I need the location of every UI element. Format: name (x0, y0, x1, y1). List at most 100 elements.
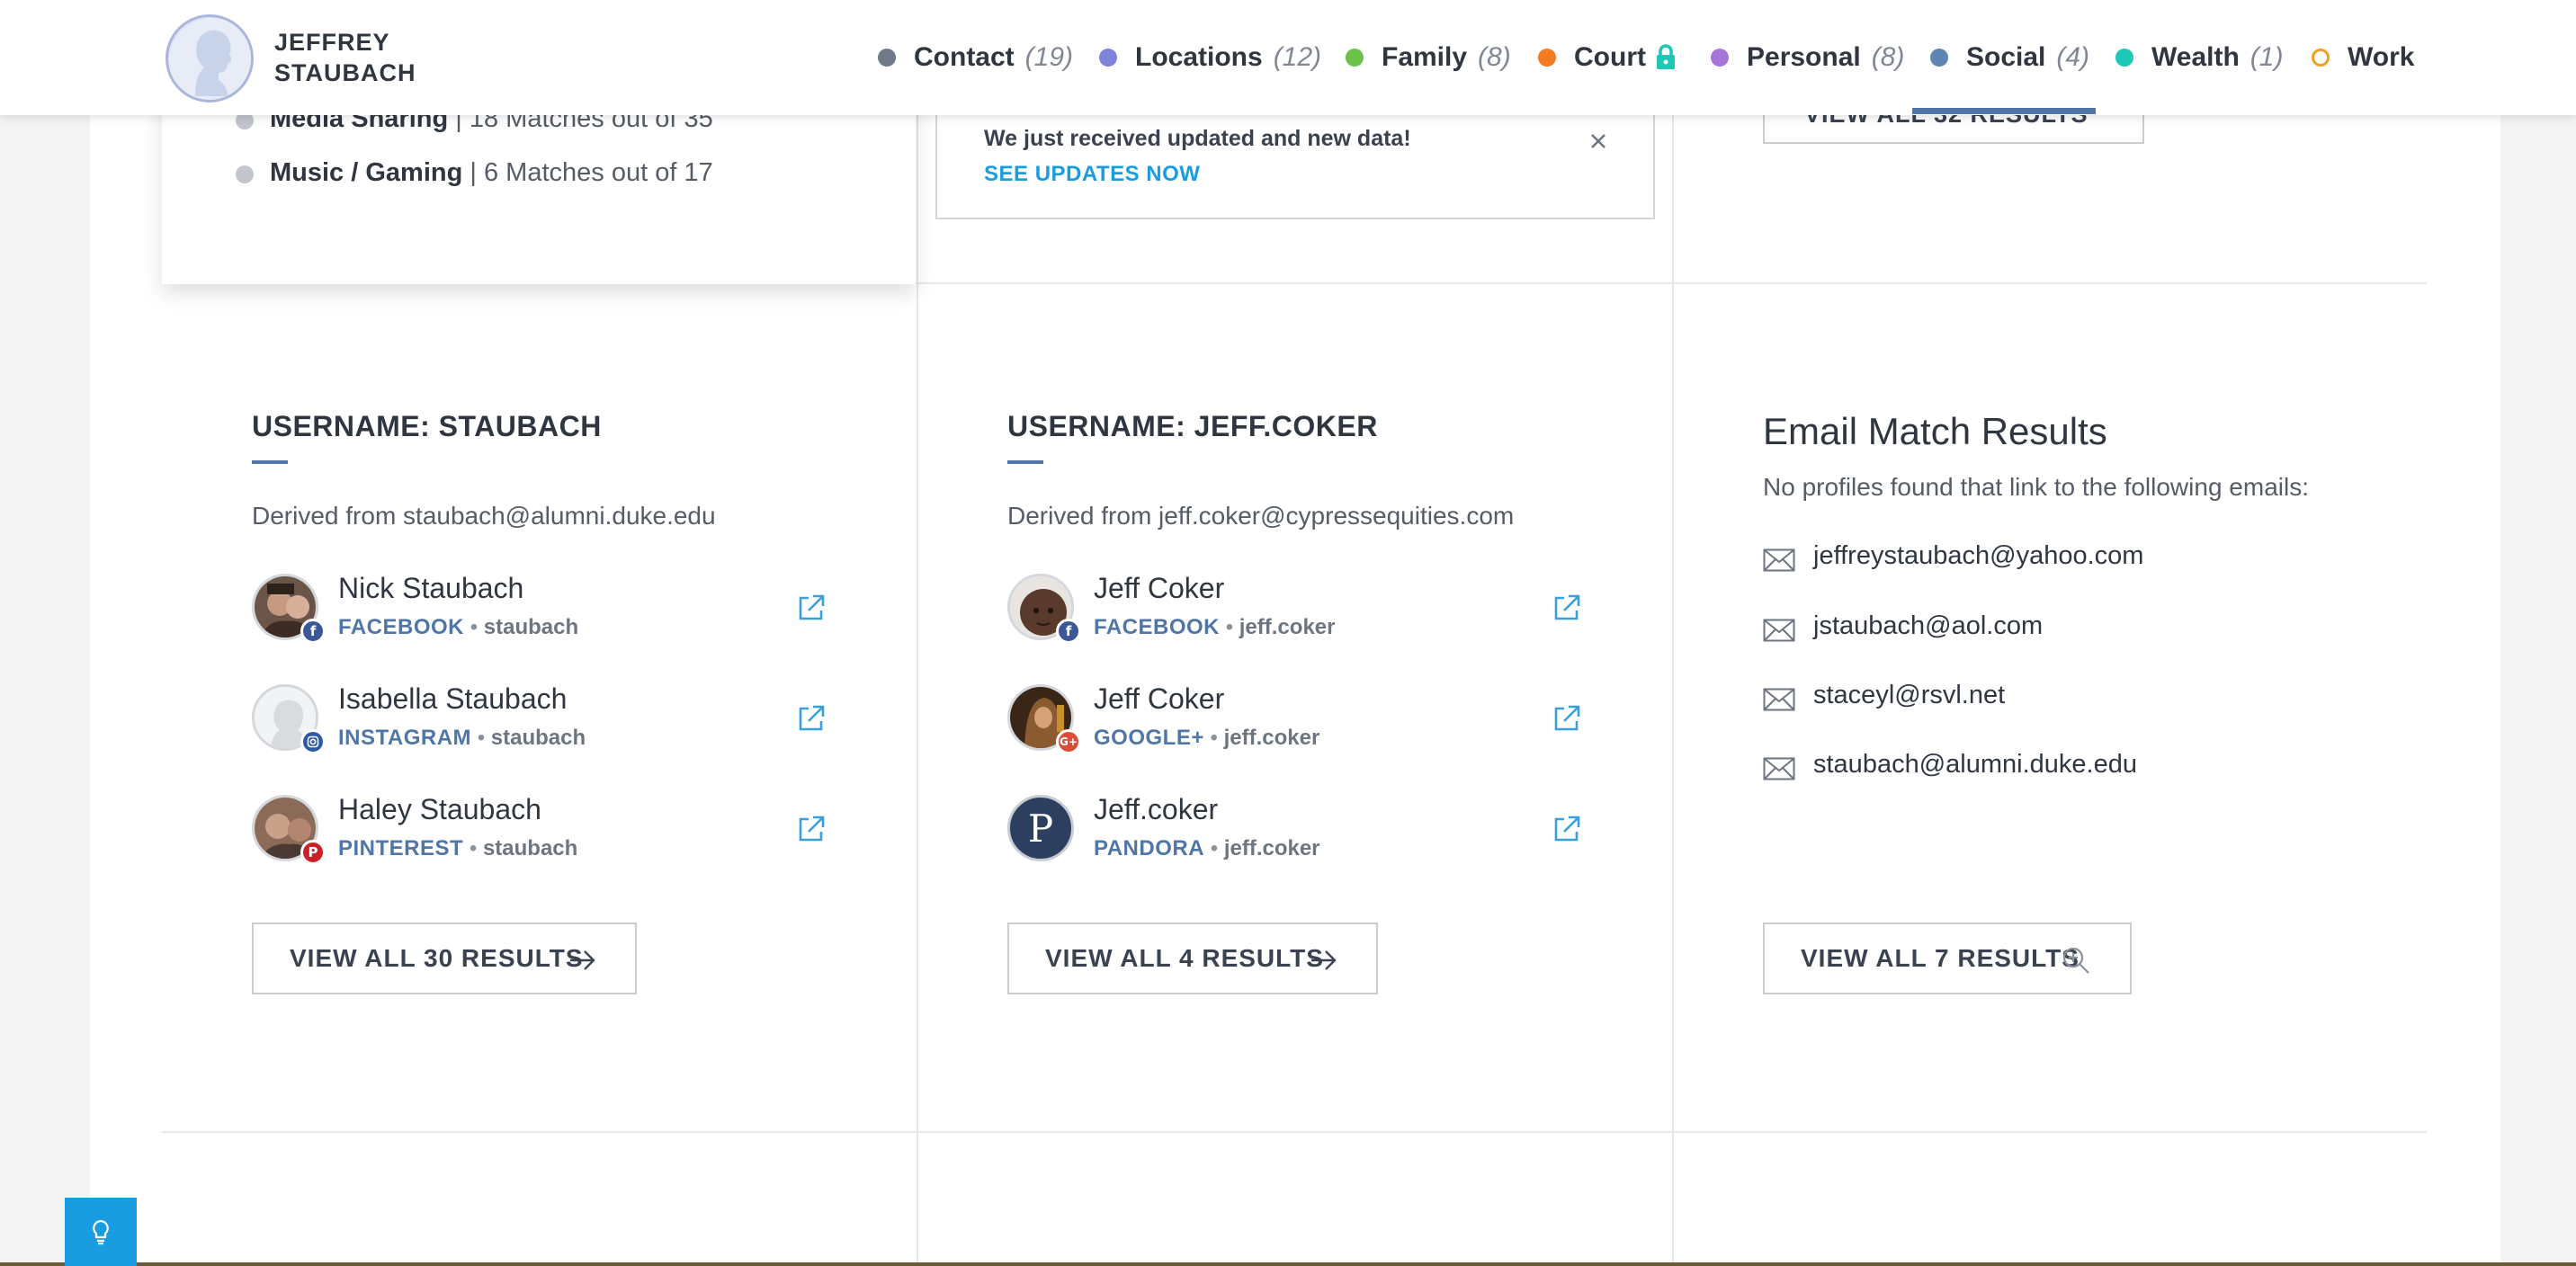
nav-tab-label: Work (2348, 42, 2415, 72)
separator: • (1210, 726, 1224, 750)
external-link-icon[interactable] (795, 813, 827, 845)
envelope-icon (1763, 619, 1795, 642)
profile-result: f Nick Staubach FACEBOOK • staubach (252, 572, 827, 653)
arrow-right-icon (570, 950, 595, 970)
row-divider-bottom (162, 1131, 2427, 1133)
profile-meta: PINTEREST • staubach (338, 836, 577, 861)
profile-last-name: STAUBACH (274, 59, 416, 86)
button-label: VIEW ALL 30 RESULTS (290, 944, 584, 972)
lightbulb-icon (93, 1219, 109, 1245)
separator: • (469, 836, 483, 860)
view-all-results-button[interactable]: VIEW ALL 4 RESULTS (1007, 923, 1378, 994)
avatar[interactable] (165, 14, 254, 103)
profile-result: f Jeff Coker FACEBOOK • jeff.coker (1007, 572, 1583, 653)
top-navigation-bar: JEFFREY STAUBACH Contact (19) Locations … (0, 0, 2576, 115)
google-plus-icon: G+ (1056, 729, 1081, 754)
profile-result: P Jeff.coker PANDORA • jeff.coker (1007, 793, 1583, 874)
nav-tab-locations[interactable]: Locations (12) (1099, 0, 1321, 115)
column-title: Email Match Results (1763, 410, 2107, 452)
external-link-icon[interactable] (1551, 813, 1583, 845)
profile-network: FACEBOOK (338, 615, 465, 639)
nav-tab-personal[interactable]: Personal (8) (1711, 0, 1904, 115)
nav-tab-label: Personal (1747, 42, 1861, 72)
lock-icon (1656, 44, 1675, 69)
nav-tab-contact[interactable]: Contact (19) (878, 0, 1073, 115)
column-subtitle: Derived from jeff.coker@cypressequities.… (1007, 502, 1515, 530)
profile-network: GOOGLE+ (1094, 726, 1204, 750)
nav-tab-label: Court (1574, 42, 1646, 72)
column-title: USERNAME: JEFF.COKER (1007, 410, 1378, 442)
see-updates-link[interactable]: SEE UPDATES NOW (984, 162, 1200, 187)
notification-message: We just received updated and new data! (984, 126, 1411, 151)
column-divider-1 (917, 90, 918, 1266)
button-label: VIEW ALL 7 RESULTS (1801, 944, 2080, 972)
email-address: staceyl@rsvl.net (1813, 681, 2006, 709)
category-dot-icon (2312, 49, 2330, 67)
column-subtitle: No profiles found that link to the follo… (1763, 473, 2309, 501)
external-link-icon[interactable] (1551, 702, 1583, 735)
nav-tab-court[interactable]: Court (1538, 0, 1677, 115)
profile-handle: staubach (483, 615, 579, 639)
category-dot-icon (878, 49, 896, 67)
column-divider-2 (1672, 90, 1674, 1266)
profile-handle: jeff.coker (1223, 726, 1320, 750)
profile-result: Isabella Staubach INSTAGRAM • staubach (252, 682, 827, 763)
email-address: jstaubach@aol.com (1813, 611, 2044, 640)
nav-tab-family[interactable]: Family (8) (1346, 0, 1511, 115)
external-link-icon[interactable] (795, 592, 827, 624)
envelope-icon (1763, 548, 1795, 572)
profile-name: Nick Staubach (338, 572, 524, 604)
nav-tab-wealth[interactable]: Wealth (1) (2115, 0, 2283, 115)
profile-meta: INSTAGRAM • staubach (338, 726, 586, 751)
view-all-results-button[interactable]: VIEW ALL 7 RESULTS (1763, 923, 2132, 994)
external-link-icon[interactable] (1551, 592, 1583, 624)
profile-first-name: JEFFREY (274, 29, 390, 56)
nav-tab-count: (4) (2056, 42, 2090, 72)
profile-name: Jeff Coker (1094, 682, 1225, 715)
active-tab-indicator (1912, 108, 2096, 114)
profile-name: Jeff.coker (1094, 793, 1219, 825)
nav-tab-social[interactable]: Social (4) (1930, 0, 2089, 115)
title-underline (252, 460, 288, 464)
pinterest-icon: P (300, 840, 326, 865)
profile-network: INSTAGRAM (338, 726, 472, 750)
external-link-icon[interactable] (795, 702, 827, 735)
profile-result: G+ Jeff Coker GOOGLE+ • jeff.coker (1007, 682, 1583, 763)
profile-meta: GOOGLE+ • jeff.coker (1094, 726, 1319, 751)
summary-item-detail: | 6 Matches out of 17 (470, 158, 713, 187)
title-underline (1007, 460, 1043, 464)
nav-tab-count: (8) (1871, 42, 1905, 72)
nav-tab-work[interactable]: Work (2312, 0, 2414, 115)
avatar-letter: P (1027, 806, 1054, 851)
profile-handle: staubach (482, 836, 578, 860)
bullet-dot (236, 165, 254, 183)
profile-network: FACEBOOK (1094, 615, 1221, 639)
email-address: jeffreystaubach@yahoo.com (1813, 541, 2144, 570)
profile-meta: PANDORA • jeff.coker (1094, 836, 1320, 861)
profile-meta: FACEBOOK • jeff.coker (1094, 615, 1335, 640)
category-dot-icon (1538, 49, 1556, 67)
nav-tab-label: Social (1966, 42, 2046, 72)
profile-network: PINTEREST (338, 836, 464, 860)
nav-tab-count: (19) (1024, 42, 1074, 72)
nav-tab-label: Locations (1135, 42, 1263, 72)
column-title: USERNAME: STAUBACH (252, 410, 602, 442)
nav-tab-count: (8) (1478, 42, 1511, 72)
nav-tab-label: Family (1382, 42, 1468, 72)
pandora-icon: P (1007, 795, 1074, 861)
help-button[interactable] (65, 1198, 137, 1266)
zoom-in-icon (2062, 947, 2089, 974)
nav-tab-count: (1) (2250, 42, 2284, 72)
column-subtitle: Derived from staubach@alumni.duke.edu (252, 502, 716, 530)
profile-network: PANDORA (1094, 836, 1205, 860)
button-label: VIEW ALL 4 RESULTS (1045, 944, 1324, 972)
close-icon[interactable] (1585, 128, 1612, 155)
category-dot-icon (2115, 49, 2133, 67)
window-edge (0, 1262, 2576, 1266)
category-dot-icon (1099, 49, 1117, 67)
view-all-results-button[interactable]: VIEW ALL 30 RESULTS (252, 923, 637, 994)
summary-item-music-gaming: Music / Gaming | 6 Matches out of 17 (270, 158, 713, 188)
profile-name: Haley Staubach (338, 793, 541, 825)
separator: • (470, 615, 484, 639)
arrow-right-icon (1311, 950, 1337, 970)
